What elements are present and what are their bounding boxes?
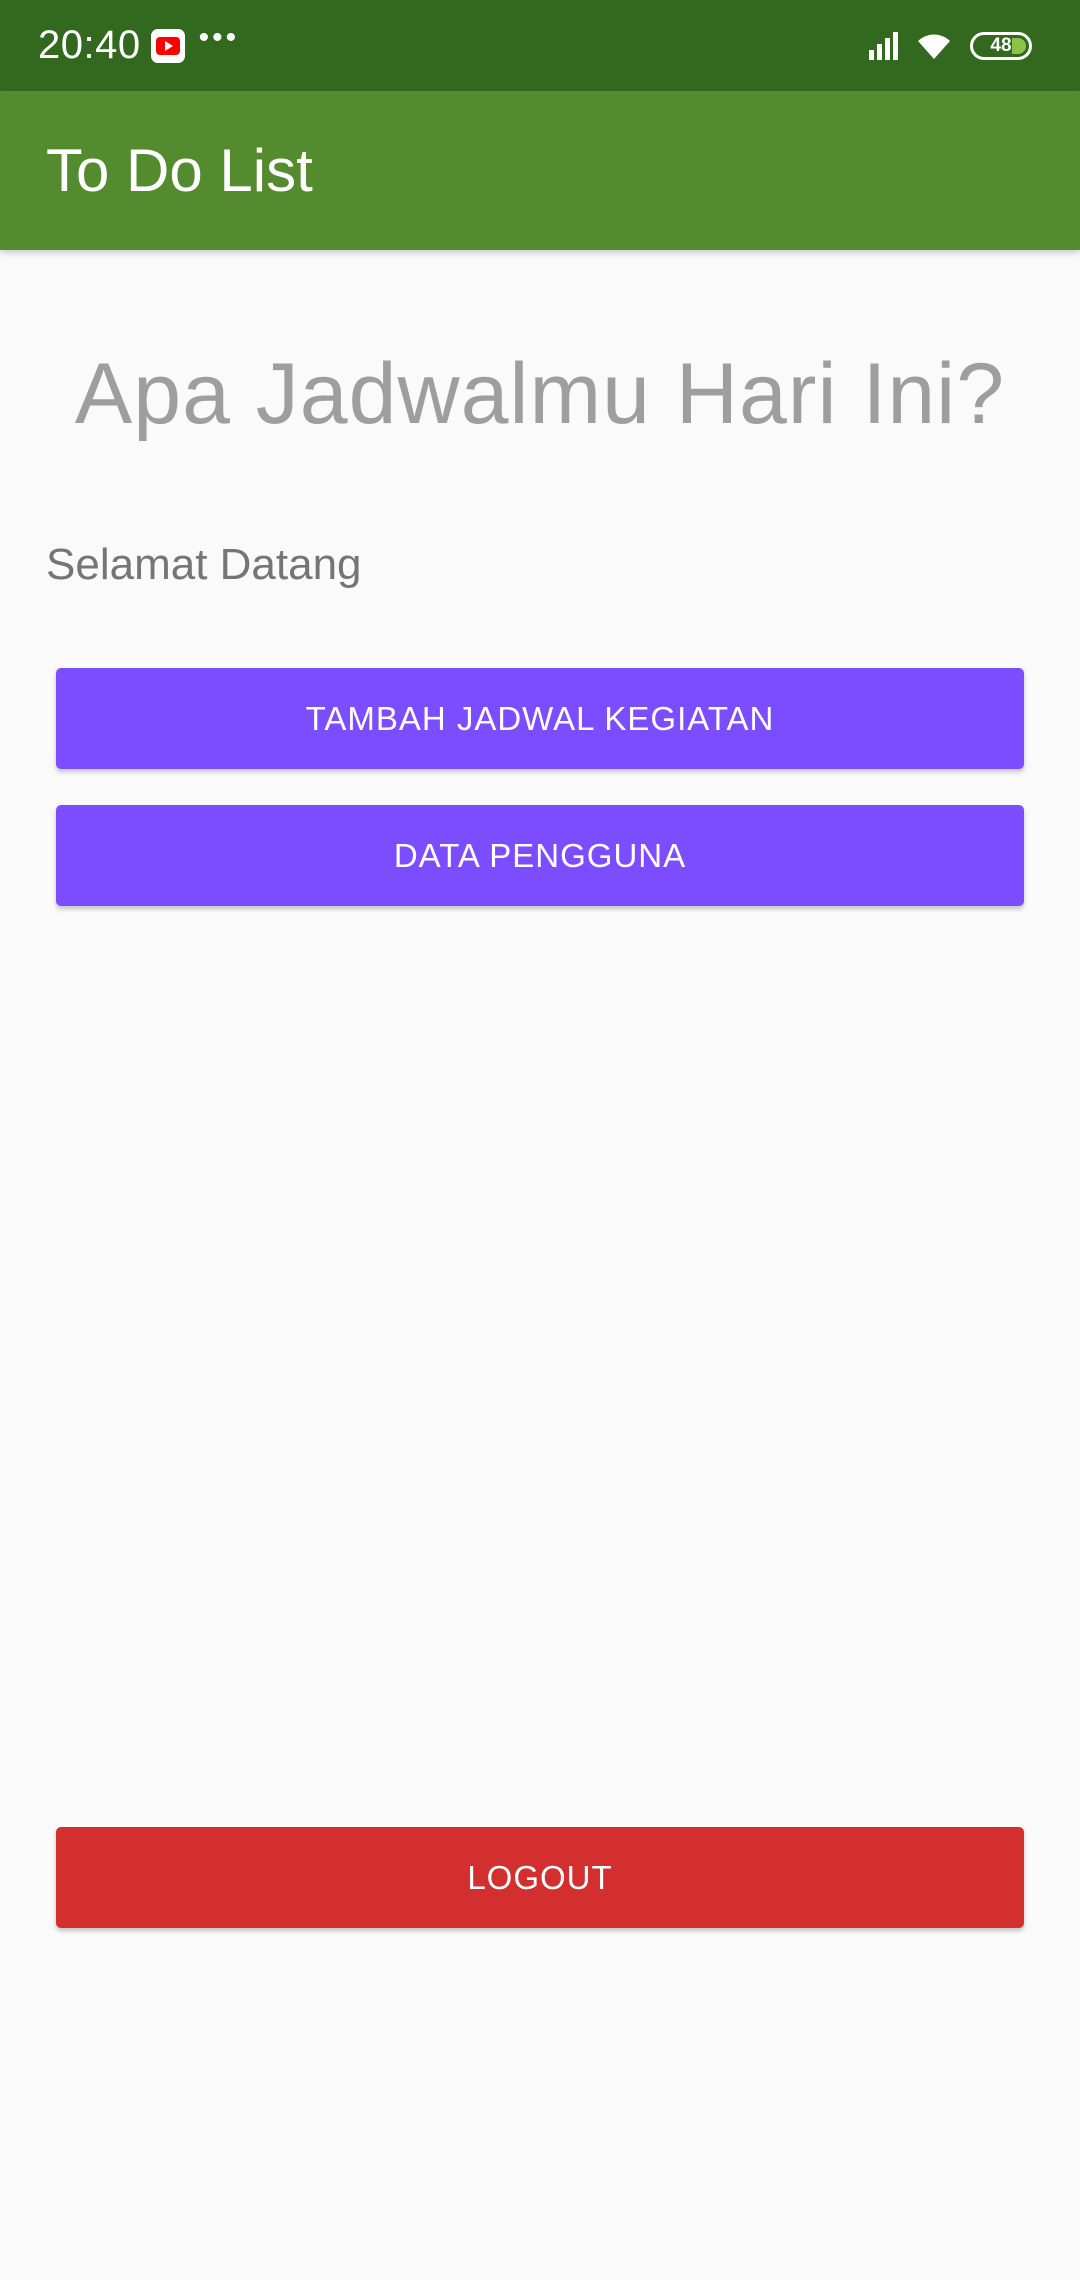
status-time: 20:40 — [38, 23, 141, 67]
wifi-icon — [918, 34, 950, 59]
add-schedule-button[interactable]: TAMBAH JADWAL KEGIATAN — [56, 668, 1024, 769]
page-headline: Apa Jadwalmu Hari Ini? — [74, 346, 1006, 442]
welcome-text: Selamat Datang — [46, 540, 362, 589]
app-bar: To Do List — [0, 91, 1080, 250]
battery-icon: 48 — [970, 31, 1032, 60]
more-icon: ••• — [198, 20, 240, 54]
logout-button[interactable]: LOGOUT — [56, 1827, 1024, 1928]
status-bar: 20:40 ••• 48 — [0, 0, 1080, 91]
youtube-icon — [150, 28, 185, 63]
app-title: To Do List — [46, 137, 313, 204]
system-icons: 48 — [869, 31, 1032, 61]
battery-level: 48 — [990, 34, 1012, 56]
user-data-button[interactable]: DATA PENGGUNA — [56, 805, 1024, 906]
signal-icon — [869, 31, 898, 60]
